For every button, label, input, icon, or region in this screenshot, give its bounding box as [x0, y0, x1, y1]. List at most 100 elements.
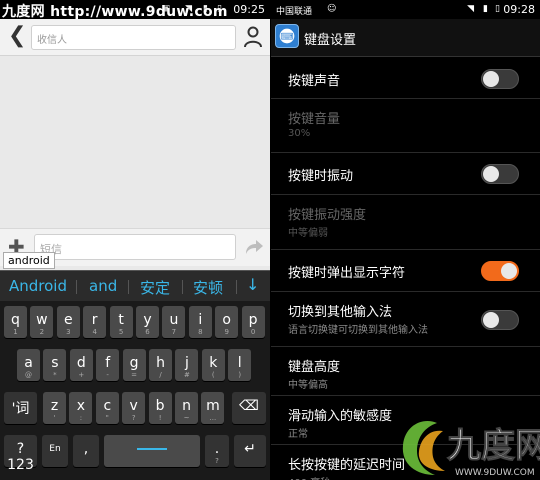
toggle-knob	[483, 71, 499, 87]
watermark-logo-url: WWW.9DUW.COM	[455, 468, 535, 478]
key-label: c	[103, 398, 112, 414]
key-e[interactable]: e3	[56, 306, 80, 338]
key-b[interactable]: b!	[148, 392, 172, 424]
key-o[interactable]: o9	[215, 306, 239, 338]
key-w[interactable]: w2	[30, 306, 54, 338]
key-y[interactable]: y6	[136, 306, 159, 338]
page-title: 键盘设置	[304, 33, 357, 48]
key-sublabel: 6	[145, 328, 150, 336]
divider	[76, 280, 77, 294]
setting-row[interactable]: 按键声音	[271, 58, 540, 99]
key-c[interactable]: c "	[95, 392, 119, 424]
key-g[interactable]: g =	[122, 349, 146, 381]
enter-key[interactable]: ↵	[234, 435, 266, 467]
key-label: o	[222, 312, 231, 328]
setting-description: 语言切换键可切换到其他输入法	[288, 325, 428, 336]
setting-row: 按键振动强度 中等偏弱	[271, 195, 540, 250]
setting-row[interactable]: 按键时振动	[271, 153, 540, 195]
key-label: f	[105, 355, 111, 371]
suggestion-item[interactable]: 安顿	[193, 277, 223, 298]
key-d[interactable]: d +	[69, 349, 93, 381]
space-key[interactable]	[104, 435, 200, 467]
setting-title: 按键振动强度	[288, 208, 367, 223]
recipient-input[interactable]: 收信人	[31, 25, 236, 50]
back-chevron-icon[interactable]: ❮	[8, 24, 28, 50]
setting-title: 切换到其他输入法	[288, 305, 393, 320]
svg-text:⌨: ⌨	[280, 32, 293, 43]
key-p[interactable]: p0	[241, 306, 265, 338]
backspace-icon: ⌫	[239, 398, 259, 414]
toggle-switch[interactable]	[481, 69, 519, 89]
language-key[interactable]: En	[42, 435, 68, 467]
key-f[interactable]: f-	[96, 349, 120, 381]
setting-title: 按键时弹出显示字符	[288, 266, 406, 281]
toggle-knob	[483, 312, 499, 328]
toggle-switch[interactable]	[481, 164, 519, 184]
key-s[interactable]: s *	[43, 349, 67, 381]
key-sublabel: -	[106, 371, 109, 379]
key-sublabel: 0	[250, 328, 256, 336]
key-sublabel: '	[53, 414, 56, 422]
comma-key[interactable]: ,	[73, 435, 99, 467]
carrier-name: 中国联通	[276, 7, 313, 17]
keyboard-app-icon[interactable]: ⌨	[275, 24, 299, 48]
key-t[interactable]: t5	[109, 306, 133, 338]
expand-arrow-down-icon[interactable]: ↓	[246, 275, 259, 294]
key-label: a	[24, 355, 33, 371]
key-sublabel: (	[211, 371, 215, 379]
toggle-switch[interactable]	[481, 310, 519, 330]
key-label: u	[169, 312, 179, 328]
key-n[interactable]: n ~	[175, 392, 198, 424]
keyboard: q 1 w 2 e 3 r 4 t 5 y 6 u 7 i 8 o 9 p 0 a @ s * d + f - g = h / j # k(l) '词…	[0, 301, 270, 480]
contact-person-icon[interactable]	[242, 25, 264, 49]
suggestion-item[interactable]: Android	[9, 277, 67, 295]
key-label: j	[184, 355, 189, 371]
key-label: y	[143, 312, 152, 328]
key-i[interactable]: i8	[188, 306, 212, 338]
key-h[interactable]: h /	[149, 349, 172, 381]
key-sublabel: +	[78, 371, 85, 379]
suggestion-item[interactable]: 安定	[140, 277, 170, 298]
key-label: t	[118, 312, 124, 328]
key-u[interactable]: u7	[162, 306, 186, 338]
key-sublabel: )	[238, 371, 242, 379]
key-k[interactable]: k(	[201, 349, 225, 381]
key-label: En	[49, 444, 61, 454]
key-sublabel: 4	[92, 328, 97, 336]
key-a[interactable]: a @	[17, 349, 40, 381]
key-r[interactable]: r4	[83, 306, 107, 338]
shift-key[interactable]: '词	[4, 392, 37, 424]
setting-row[interactable]: 键盘高度 中等偏高	[271, 347, 540, 396]
key-sublabel: 2	[39, 328, 45, 336]
suggestion-item[interactable]: and	[89, 277, 117, 295]
divider	[182, 280, 183, 294]
toggle-knob	[501, 263, 517, 279]
key-label: v	[129, 398, 138, 414]
message-input[interactable]: 短信	[34, 234, 236, 260]
compose-header: ❮ 收信人	[0, 19, 270, 56]
key-q[interactable]: q1	[4, 306, 27, 338]
key-label: b	[155, 398, 165, 414]
key-j[interactable]: j #	[175, 349, 199, 381]
send-arrow-icon[interactable]	[244, 238, 264, 256]
status-bar: 中国联通 ☺ ◥ ▮ ▯ 09:28	[271, 0, 540, 19]
key-m[interactable]: m...	[201, 392, 225, 424]
period-key[interactable]: .?	[205, 435, 229, 467]
key-sublabel: "	[105, 414, 109, 422]
key-x[interactable]: x:	[69, 392, 93, 424]
backspace-key[interactable]: ⌫	[232, 392, 266, 424]
key-sublabel: 3	[66, 328, 71, 336]
key-label: d	[76, 355, 86, 371]
setting-title: 键盘高度	[288, 360, 341, 375]
key-sublabel: 7	[171, 328, 177, 336]
symbols-key[interactable]: ?123	[4, 435, 37, 473]
key-sublabel: =	[131, 371, 138, 379]
key-v[interactable]: v?	[122, 392, 146, 424]
battery-icon: ▯	[495, 4, 500, 14]
key-l[interactable]: l)	[228, 349, 252, 381]
toggle-switch[interactable]	[481, 261, 519, 281]
key-z[interactable]: z '	[43, 392, 66, 424]
setting-row[interactable]: 切换到其他输入法语言切换键可切换到其他输入法	[271, 292, 540, 347]
key-label: k	[209, 355, 218, 371]
setting-row[interactable]: 按键时弹出显示字符	[271, 250, 540, 292]
